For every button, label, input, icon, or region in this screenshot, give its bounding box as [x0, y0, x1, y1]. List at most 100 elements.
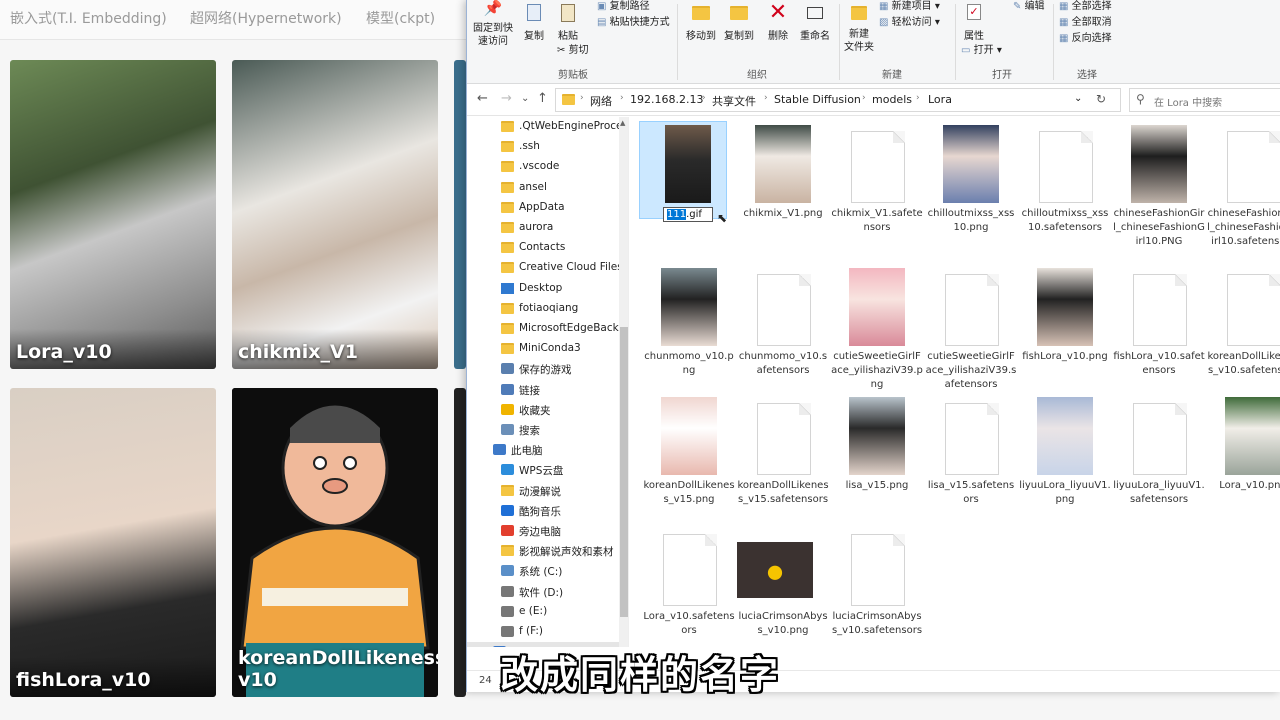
- new-folder-button[interactable]: 新建 文件夹: [843, 2, 875, 54]
- nav-item[interactable]: Creative Cloud Files: [467, 258, 619, 278]
- nav-item[interactable]: Contacts: [467, 238, 619, 258]
- nav-item[interactable]: Desktop: [467, 279, 619, 299]
- file-item[interactable]: chineseFashionGirl_chineseFashionGirl10.…: [1207, 125, 1280, 255]
- select-none-icon: ▦: [1059, 17, 1072, 28]
- address-row: ← → ⌄ ↑ › 网络 › 192.168.2.13 › 共享文件 › Sta…: [467, 84, 1280, 116]
- file-name: fishLora_v10.png: [1022, 351, 1108, 362]
- file-item[interactable]: cutieSweetieGirlFace_yilishaziV39.safete…: [925, 268, 1017, 398]
- pin-quick-access-button[interactable]: 📌 固定到快 速访问: [471, 1, 515, 48]
- paste-shortcut-button[interactable]: ▤ 粘贴快捷方式: [597, 16, 670, 29]
- back-arrow-icon[interactable]: ←: [477, 91, 488, 106]
- file-item[interactable]: luciaCrimsonAbyss_v10.safetensors: [831, 528, 923, 658]
- file-item[interactable]: chilloutmixss_xss10.png: [925, 125, 1017, 255]
- invert-selection-button[interactable]: ▦ 反向选择: [1059, 32, 1112, 45]
- copy-path-button[interactable]: ▣ 复制路径: [597, 0, 650, 13]
- select-all-button[interactable]: ▦ 全部选择: [1059, 0, 1112, 13]
- search-input[interactable]: ⚲ 在 Lora 中搜索: [1129, 88, 1280, 112]
- file-item[interactable]: 111.gif ⬉: [639, 121, 735, 255]
- nav-item[interactable]: 旁边电脑: [467, 521, 619, 541]
- lora-card[interactable]: [454, 60, 466, 369]
- copy-button[interactable]: 复制: [517, 2, 551, 43]
- delete-button[interactable]: ✕ 删除: [763, 2, 793, 43]
- file-item[interactable]: chunmomo_v10.png: [643, 268, 735, 398]
- breadcrumb-network[interactable]: 网络: [590, 93, 612, 109]
- easy-access-button[interactable]: ▨ 轻松访问 ▾: [879, 16, 940, 29]
- nav-item[interactable]: 影视解说声效和素材: [467, 541, 619, 561]
- nav-item[interactable]: .ssh: [467, 137, 619, 157]
- lora-card[interactable]: Lora_v10: [10, 60, 216, 369]
- file-item[interactable]: chikmix_V1.safetensors: [831, 125, 923, 255]
- new-item-button[interactable]: ▦ 新建项目 ▾: [879, 0, 940, 13]
- open-button[interactable]: ▭ 打开 ▾: [961, 44, 1002, 57]
- copy-to-button[interactable]: 复制到: [721, 2, 757, 43]
- nav-item[interactable]: 搜索: [467, 420, 619, 440]
- file-item[interactable]: Lora_v10.safetensors: [643, 528, 735, 658]
- nav-item-label: 搜索: [519, 425, 540, 437]
- address-dropdown-icon[interactable]: ⌄: [1074, 93, 1082, 104]
- nav-item[interactable]: ansel: [467, 178, 619, 198]
- cut-button[interactable]: ✂ 剪切: [557, 44, 589, 57]
- file-item[interactable]: lisa_v15.png: [831, 397, 923, 527]
- nav-scrollbar[interactable]: ▲: [619, 117, 628, 647]
- file-item[interactable]: fishLora_v10.safetensors: [1113, 268, 1205, 398]
- properties-button[interactable]: ✓ 属性: [959, 2, 989, 43]
- paste-button[interactable]: 粘贴: [553, 2, 583, 43]
- nav-item[interactable]: e (E:): [467, 602, 619, 622]
- nav-item[interactable]: WPS云盘: [467, 460, 619, 480]
- file-item[interactable]: chunmomo_v10.safetensors: [737, 268, 829, 398]
- nav-item[interactable]: 保存的游戏: [467, 359, 619, 379]
- move-to-button[interactable]: 移动到: [683, 2, 719, 43]
- nav-item[interactable]: MicrosoftEdgeBacku: [467, 319, 619, 339]
- rename-input[interactable]: 111.gif: [663, 207, 713, 222]
- nav-item[interactable]: 酷狗音乐: [467, 501, 619, 521]
- nav-item[interactable]: 收藏夹: [467, 400, 619, 420]
- file-item[interactable]: chineseFashionGirl_chineseFashionGirl10.…: [1113, 125, 1205, 255]
- file-item[interactable]: luciaCrimsonAbyss_v10.png: [737, 528, 829, 658]
- nav-item[interactable]: fotiaoqiang: [467, 299, 619, 319]
- nav-item[interactable]: .vscode: [467, 157, 619, 177]
- file-item[interactable]: liyuuLora_liyuuV1.png: [1019, 397, 1111, 527]
- forward-arrow-icon[interactable]: →: [501, 91, 512, 106]
- file-item[interactable]: koreanDollLikeness_v15.png: [643, 397, 735, 527]
- nav-item[interactable]: 软件 (D:): [467, 582, 619, 602]
- up-arrow-icon[interactable]: ↑: [537, 91, 548, 106]
- rename-button[interactable]: 重命名: [797, 2, 833, 43]
- edit-button[interactable]: ✎ 编辑: [1013, 0, 1045, 13]
- file-item[interactable]: liyuuLora_liyuuV1.safetensors: [1113, 397, 1205, 527]
- file-item[interactable]: lisa_v15.safetensors: [925, 397, 1017, 527]
- search-icon: [501, 424, 514, 435]
- select-none-button[interactable]: ▦ 全部取消: [1059, 16, 1112, 29]
- nav-item[interactable]: f (F:): [467, 622, 619, 642]
- nav-item[interactable]: 系统 (C:): [467, 561, 619, 581]
- breadcrumb-host[interactable]: 192.168.2.13: [630, 93, 703, 106]
- breadcrumb-models[interactable]: models: [872, 93, 912, 106]
- breadcrumb-share[interactable]: 共享文件: [712, 93, 756, 109]
- nav-item[interactable]: .QtWebEngineProce:: [467, 117, 619, 137]
- file-item[interactable]: chikmix_V1.png: [737, 125, 829, 255]
- refresh-icon[interactable]: ↻: [1096, 92, 1106, 106]
- tab-checkpoint[interactable]: 模型(ckpt): [366, 8, 435, 28]
- file-item[interactable]: chilloutmixss_xss10.safetensors: [1019, 125, 1111, 255]
- recent-chevron-icon[interactable]: ⌄: [521, 93, 529, 104]
- scroll-up-icon[interactable]: ▲: [620, 119, 625, 127]
- nav-item[interactable]: MiniConda3: [467, 339, 619, 359]
- breadcrumb-stable-diffusion[interactable]: Stable Diffusion: [774, 93, 861, 106]
- nav-item[interactable]: aurora: [467, 218, 619, 238]
- file-item[interactable]: cutieSweetieGirlFace_yilishaziV39.png: [831, 268, 923, 398]
- breadcrumb-lora[interactable]: Lora: [928, 93, 952, 106]
- address-bar[interactable]: › 网络 › 192.168.2.13 › 共享文件 › Stable Diff…: [555, 88, 1121, 112]
- file-item[interactable]: Lora_v10.png: [1207, 397, 1280, 527]
- file-item[interactable]: fishLora_v10.png: [1019, 268, 1111, 398]
- tab-hypernetwork[interactable]: 超网络(Hypernetwork): [190, 8, 342, 28]
- nav-item[interactable]: AppData: [467, 198, 619, 218]
- document-icon: [945, 403, 999, 475]
- nav-item[interactable]: 动漫解说: [467, 481, 619, 501]
- tab-embedding[interactable]: 嵌入式(T.I. Embedding): [10, 8, 167, 28]
- file-item[interactable]: koreanDollLikeness_v10.safetensors: [1207, 268, 1280, 398]
- nav-item[interactable]: 链接: [467, 380, 619, 400]
- file-name: liyuuLora_liyuuV1.png: [1019, 480, 1111, 505]
- nav-scroll-thumb[interactable]: [620, 327, 628, 617]
- lora-card[interactable]: chikmix_V1: [232, 60, 438, 369]
- nav-item[interactable]: 此电脑: [467, 440, 619, 460]
- file-item[interactable]: koreanDollLikeness_v15.safetensors: [737, 397, 829, 527]
